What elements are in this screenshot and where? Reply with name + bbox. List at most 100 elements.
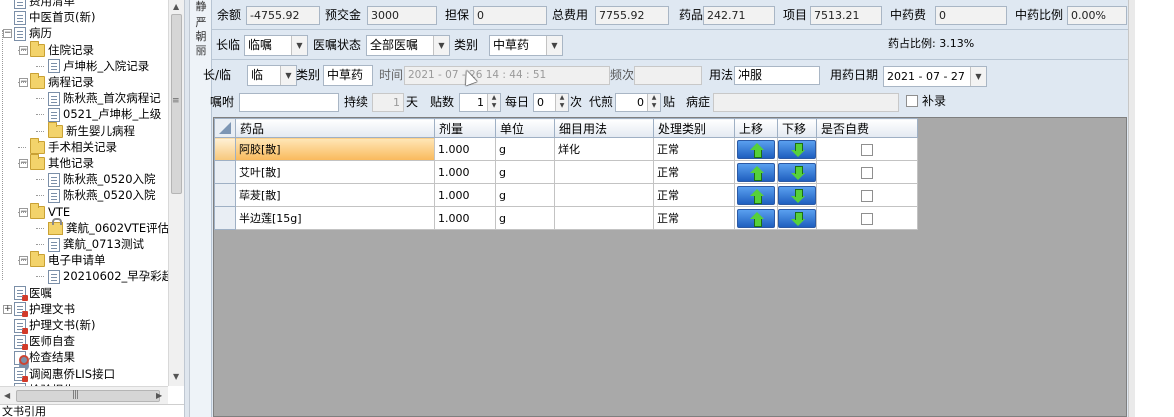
long-temp-select[interactable]: 临 ▼ — [247, 65, 297, 86]
form-category-select[interactable]: 中草药 — [323, 65, 373, 86]
tree-item[interactable]: 医嘱 — [14, 285, 52, 302]
scroll-left-icon[interactable]: ◀ — [4, 391, 10, 400]
tree-item[interactable]: 调阅惠侨LIS接口 — [14, 366, 115, 383]
tree-item[interactable]: VTE — [30, 202, 70, 220]
self-pay-checkbox[interactable] — [861, 212, 873, 225]
tree-item[interactable]: 病程记录 — [30, 73, 94, 90]
tree-item[interactable]: 龚航_0713测试 — [48, 236, 144, 252]
tree-horizontal-scrollbar[interactable]: ◀ ||| ▶ — [0, 386, 168, 404]
daily-stepper[interactable]: 0 ▲ ▼ — [533, 93, 569, 112]
tree-item[interactable]: 病历 — [14, 25, 52, 41]
category-select[interactable]: 中草药 ▼ — [489, 35, 563, 56]
unit-cell[interactable]: g — [495, 160, 555, 184]
tree-item[interactable]: 20210602_早孕彩超 — [48, 268, 173, 284]
stepper-up-icon[interactable]: ▲ — [488, 94, 500, 102]
scroll-up-icon[interactable]: ▲ — [173, 2, 179, 11]
unit-cell[interactable]: g — [495, 183, 555, 207]
decoct-stepper[interactable]: 0 ▲ ▼ — [615, 93, 661, 112]
collapse-icon[interactable]: − — [3, 29, 12, 39]
dose-cell[interactable]: 1.000 — [434, 137, 496, 161]
stepper-down-icon[interactable]: ▼ — [648, 102, 660, 110]
move-down-button[interactable] — [778, 162, 816, 182]
column-header[interactable]: 细目用法 — [554, 118, 654, 138]
usage-cell[interactable]: 烊化 — [554, 137, 654, 161]
move-up-button[interactable] — [737, 185, 775, 205]
tree-item[interactable]: 陈秋燕_0520入院 — [48, 171, 156, 187]
category-cell[interactable]: 正常 — [653, 206, 735, 230]
unit-cell[interactable]: g — [495, 206, 555, 230]
table-row[interactable]: 艾叶[散] 1.000 g 正常 — [214, 160, 918, 184]
category-cell[interactable]: 正常 — [653, 183, 735, 207]
drug-cell[interactable]: 阿胶[散] — [235, 137, 435, 161]
move-up-button[interactable] — [737, 208, 775, 228]
order-status-select[interactable]: 全部医嘱 ▼ — [366, 35, 450, 56]
self-pay-checkbox[interactable] — [861, 189, 873, 202]
chevron-down-icon[interactable]: ▼ — [291, 36, 307, 55]
tree-item[interactable]: 其他记录 — [30, 154, 94, 171]
usage-field[interactable]: 冲服 — [734, 66, 820, 85]
scroll-down-icon[interactable]: ▼ — [173, 372, 179, 381]
column-header[interactable]: 单位 — [495, 118, 555, 138]
scroll-thumb[interactable] — [16, 390, 160, 402]
chevron-down-icon[interactable]: ▼ — [280, 66, 296, 85]
tree-item[interactable]: 0521_卢坤彬_上级 — [48, 106, 161, 122]
expand-icon[interactable]: + — [3, 304, 12, 314]
drug-cell[interactable]: 荜茇[散] — [235, 183, 435, 207]
table-row[interactable]: 半边莲[15g] 1.000 g 正常 — [214, 206, 918, 230]
row-header[interactable] — [214, 206, 236, 230]
dose-cell[interactable]: 1.000 — [434, 183, 496, 207]
tree-item[interactable]: 新生婴儿病程 — [48, 121, 135, 139]
chevron-down-icon[interactable]: ▼ — [546, 36, 562, 55]
row-header[interactable] — [214, 137, 236, 161]
stepper-up-icon[interactable]: ▲ — [556, 94, 568, 102]
move-down-button[interactable] — [778, 139, 816, 159]
dose-cell[interactable]: 1.000 — [434, 206, 496, 230]
table-row[interactable]: 荜茇[散] 1.000 g 正常 — [214, 183, 918, 207]
move-up-button[interactable] — [737, 162, 775, 182]
usage-cell[interactable] — [554, 183, 654, 207]
tree-item[interactable]: 电子申请单 — [30, 251, 106, 268]
tree-item[interactable]: 住院记录 — [30, 40, 94, 58]
select-all-corner[interactable] — [214, 118, 236, 138]
tree-item[interactable]: 陈秋燕_0520入院 — [48, 187, 156, 203]
row-header[interactable] — [214, 183, 236, 207]
main-vertical-scrollbar[interactable] — [1128, 0, 1135, 417]
tree-item[interactable]: 卢坤彬_入院记录 — [48, 58, 149, 74]
tree-item[interactable]: 护理文书(新) — [14, 317, 95, 334]
move-down-button[interactable] — [778, 208, 816, 228]
tree-vertical-scrollbar[interactable]: ▲ ≡ ▼ — [168, 0, 184, 386]
tree-item[interactable]: 陈秋燕_首次病程记 — [48, 90, 161, 106]
column-header[interactable]: 药品 — [235, 118, 435, 138]
stepper-down-icon[interactable]: ▼ — [488, 102, 500, 110]
tree-item[interactable]: 医师自查 — [14, 333, 75, 350]
column-header[interactable]: 上移 — [734, 118, 778, 138]
doses-stepper[interactable]: 1 ▲ ▼ — [459, 93, 501, 112]
self-pay-checkbox[interactable] — [861, 166, 873, 179]
scroll-right-icon[interactable]: ▶ — [156, 391, 162, 400]
tree-item[interactable]: 手术相关记录 — [30, 137, 117, 155]
drug-cell[interactable]: 半边莲[15g] — [235, 206, 435, 230]
column-header[interactable]: 下移 — [777, 118, 817, 138]
record-tree[interactable]: 费用清单 中医首页(新) 病历 − 住院记录 − 卢坤彬_入院记录 病程记录 − 陈秋燕_首次病程… — [0, 0, 184, 404]
tree-item[interactable]: 龚航_0602VTE评估 — [48, 217, 169, 236]
supplement-checkbox[interactable] — [906, 95, 918, 107]
category-cell[interactable]: 正常 — [653, 137, 735, 161]
unit-cell[interactable]: g — [495, 137, 555, 161]
dose-cell[interactable]: 1.000 — [434, 160, 496, 184]
chevron-down-icon[interactable]: ▼ — [970, 67, 986, 86]
tree-item[interactable]: 中医首页(新) — [14, 9, 95, 25]
category-cell[interactable]: 正常 — [653, 160, 735, 184]
document-reference-tab[interactable]: 文书引用 — [0, 404, 184, 417]
move-up-button[interactable] — [737, 139, 775, 159]
tree-item[interactable]: 费用清单 — [14, 0, 75, 9]
drug-cell[interactable]: 艾叶[散] — [235, 160, 435, 184]
column-header[interactable]: 处理类别 — [653, 118, 735, 138]
medication-date-picker[interactable]: 2021 - 07 - 27 ▼ — [883, 66, 987, 87]
order-type-select[interactable]: 临嘱 ▼ — [244, 35, 308, 56]
self-pay-checkbox[interactable] — [861, 143, 873, 156]
tree-item[interactable]: 护理文书 — [14, 301, 75, 318]
chevron-down-icon[interactable]: ▼ — [433, 36, 449, 55]
usage-cell[interactable] — [554, 160, 654, 184]
column-header[interactable]: 是否自费 — [816, 118, 918, 138]
instruction-field[interactable] — [239, 93, 339, 112]
